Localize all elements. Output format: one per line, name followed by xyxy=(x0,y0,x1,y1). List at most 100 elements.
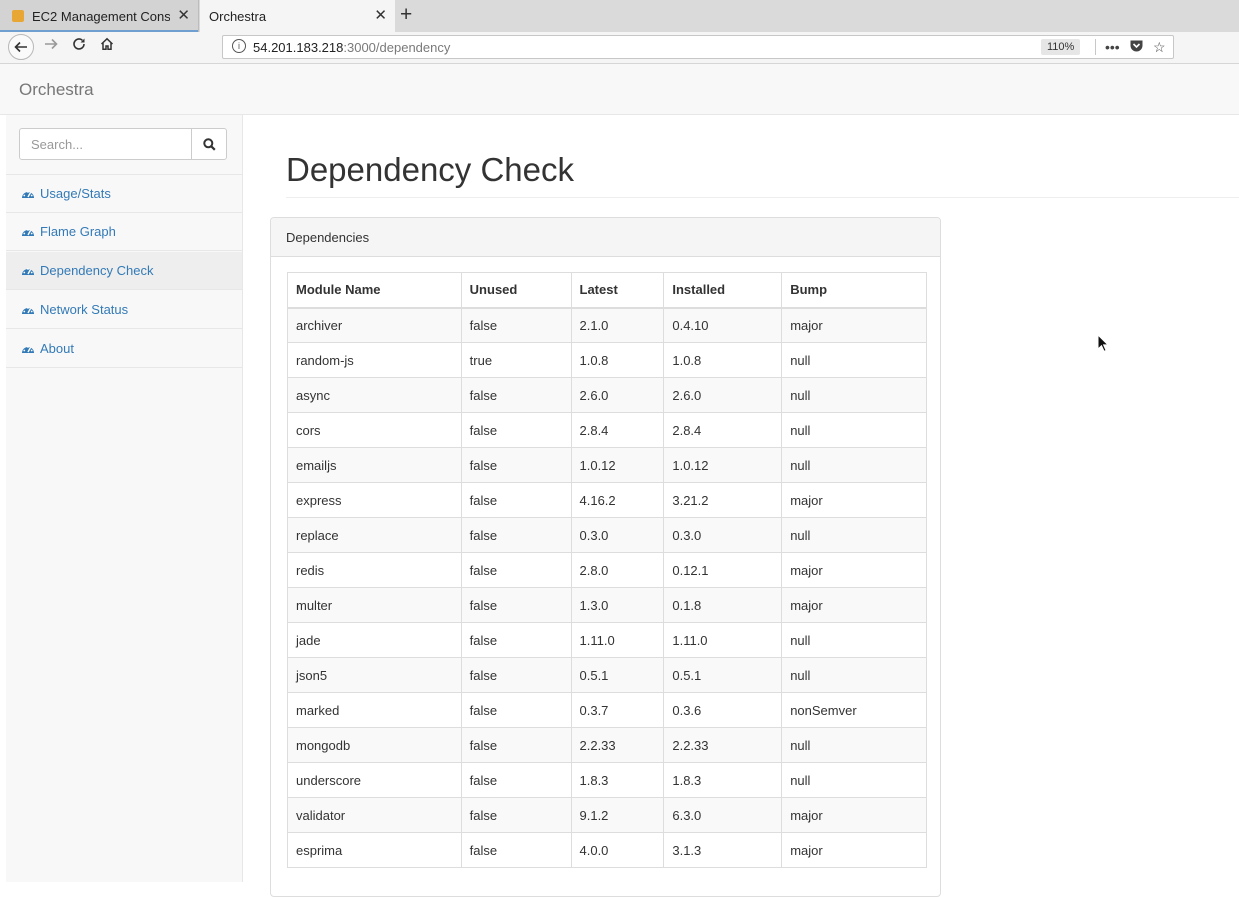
zoom-indicator[interactable]: 110% xyxy=(1041,39,1081,55)
table-row: archiver false 2.1.0 0.4.10 major xyxy=(287,307,927,343)
bookmark-star-icon[interactable]: ☆ xyxy=(1153,37,1166,57)
column-header: Unused xyxy=(460,272,572,309)
table-cell: false xyxy=(460,762,572,798)
dashboard-icon xyxy=(22,228,34,236)
sidebar-item-usage-stats[interactable]: Usage/Stats xyxy=(6,175,242,213)
site-info-icon[interactable]: i xyxy=(232,39,246,53)
table-row: replace false 0.3.0 0.3.0 null xyxy=(287,517,927,553)
new-tab-icon[interactable]: + xyxy=(400,3,412,27)
browser-tab-bar: EC2 Management Console ✕ Orchestra ✕ + xyxy=(0,0,1239,32)
table-cell: null xyxy=(781,727,927,763)
search-button[interactable] xyxy=(191,128,227,160)
close-tab-icon[interactable]: ✕ xyxy=(374,7,387,25)
close-tab-icon[interactable]: ✕ xyxy=(177,7,190,25)
table-cell: null xyxy=(781,377,927,413)
table-cell: 9.1.2 xyxy=(570,797,665,833)
table-cell: 2.8.0 xyxy=(570,552,665,588)
sidebar-item-network-status[interactable]: Network Status xyxy=(6,291,242,329)
table-cell: cors xyxy=(287,412,462,448)
table-cell: underscore xyxy=(287,762,462,798)
table-cell: mongodb xyxy=(287,727,462,763)
table-cell: 1.0.8 xyxy=(570,342,665,378)
table-cell: 0.5.1 xyxy=(570,657,665,693)
reload-icon[interactable] xyxy=(70,37,88,57)
dashboard-icon xyxy=(22,345,34,353)
search-group xyxy=(19,128,227,160)
table-cell: 0.1.8 xyxy=(663,587,783,623)
sidebar-item-label: Network Status xyxy=(40,302,129,317)
url-host: 54.201.183.218 xyxy=(253,40,344,55)
pocket-icon[interactable] xyxy=(1129,38,1144,58)
table-body: archiver false 2.1.0 0.4.10 major random-js tr… xyxy=(287,307,927,868)
table-cell: 1.0.8 xyxy=(663,342,783,378)
table-cell: 0.12.1 xyxy=(663,552,783,588)
table-cell: 2.6.0 xyxy=(663,377,783,413)
home-icon[interactable] xyxy=(98,37,116,57)
back-arrow-icon[interactable] xyxy=(8,34,34,60)
page-actions-icon[interactable]: ••• xyxy=(1105,37,1120,57)
search-input[interactable] xyxy=(19,128,192,160)
table-cell: marked xyxy=(287,692,462,728)
table-cell: 1.8.3 xyxy=(570,762,665,798)
table-cell: false xyxy=(460,832,572,868)
table-row: async false 2.6.0 2.6.0 null xyxy=(287,377,927,413)
table-cell: 0.4.10 xyxy=(663,307,783,343)
table-cell: false xyxy=(460,412,572,448)
table-cell: false xyxy=(460,552,572,588)
table-row: esprima false 4.0.0 3.1.3 major xyxy=(287,832,927,868)
table-cell: replace xyxy=(287,517,462,553)
title-divider xyxy=(286,197,1239,198)
table-cell: null xyxy=(781,657,927,693)
panel-heading: Dependencies xyxy=(271,218,940,257)
url-bar[interactable]: i 54.201.183.218:3000/dependency 110% ••… xyxy=(222,35,1174,59)
table-cell: false xyxy=(460,447,572,483)
sidebar-item-flame-graph[interactable]: Flame Graph xyxy=(6,213,242,251)
browser-nav-bar: i 54.201.183.218:3000/dependency 110% ••… xyxy=(0,32,1239,64)
table-cell: archiver xyxy=(287,307,462,343)
table-row: jade false 1.11.0 1.11.0 null xyxy=(287,622,927,658)
table-cell: 6.3.0 xyxy=(663,797,783,833)
table-row: cors false 2.8.4 2.8.4 null xyxy=(287,412,927,448)
sidebar: Usage/Stats Flame Graph Dependency Check… xyxy=(6,115,243,882)
page-title: Dependency Check xyxy=(286,151,575,188)
table-cell: 1.11.0 xyxy=(663,622,783,658)
column-header: Installed xyxy=(663,272,783,309)
table-cell: 0.3.7 xyxy=(570,692,665,728)
table-cell: async xyxy=(287,377,462,413)
table-cell: false xyxy=(460,797,572,833)
sidebar-item-dependency-check[interactable]: Dependency Check xyxy=(6,252,242,290)
table-cell: 2.2.33 xyxy=(570,727,665,763)
forward-arrow-icon[interactable] xyxy=(42,37,60,57)
browser-tab-orchestra[interactable]: Orchestra ✕ xyxy=(200,0,395,32)
table-row: json5 false 0.5.1 0.5.1 null xyxy=(287,657,927,693)
table-row: mongodb false 2.2.33 2.2.33 null xyxy=(287,727,927,763)
browser-tab-ec2[interactable]: EC2 Management Console ✕ xyxy=(0,0,199,32)
table-cell: emailjs xyxy=(287,447,462,483)
sidebar-item-label: About xyxy=(40,341,74,356)
mouse-cursor-icon xyxy=(1097,334,1109,352)
table-cell: false xyxy=(460,517,572,553)
table-cell: null xyxy=(781,342,927,378)
url-text[interactable]: 54.201.183.218:3000/dependency xyxy=(253,40,450,55)
table-cell: 2.1.0 xyxy=(570,307,665,343)
table-cell: 0.3.0 xyxy=(663,517,783,553)
table-cell: jade xyxy=(287,622,462,658)
table-cell: 1.0.12 xyxy=(570,447,665,483)
table-cell: 1.8.3 xyxy=(663,762,783,798)
table-cell: null xyxy=(781,517,927,553)
brand-logo[interactable]: Orchestra xyxy=(19,80,94,100)
table-cell: 2.2.33 xyxy=(663,727,783,763)
table-cell: 1.3.0 xyxy=(570,587,665,623)
table-cell: esprima xyxy=(287,832,462,868)
column-header: Bump xyxy=(781,272,927,309)
table-row: validator false 9.1.2 6.3.0 major xyxy=(287,797,927,833)
table-cell: false xyxy=(460,307,572,343)
table-cell: major xyxy=(781,307,927,343)
sidebar-item-about[interactable]: About xyxy=(6,330,242,368)
dependency-table: Module Name Unused Latest Installed Bump arc… xyxy=(287,272,927,868)
table-cell: 0.3.6 xyxy=(663,692,783,728)
table-cell: multer xyxy=(287,587,462,623)
table-cell: 0.5.1 xyxy=(663,657,783,693)
table-row: emailjs false 1.0.12 1.0.12 null xyxy=(287,447,927,483)
table-cell: null xyxy=(781,447,927,483)
